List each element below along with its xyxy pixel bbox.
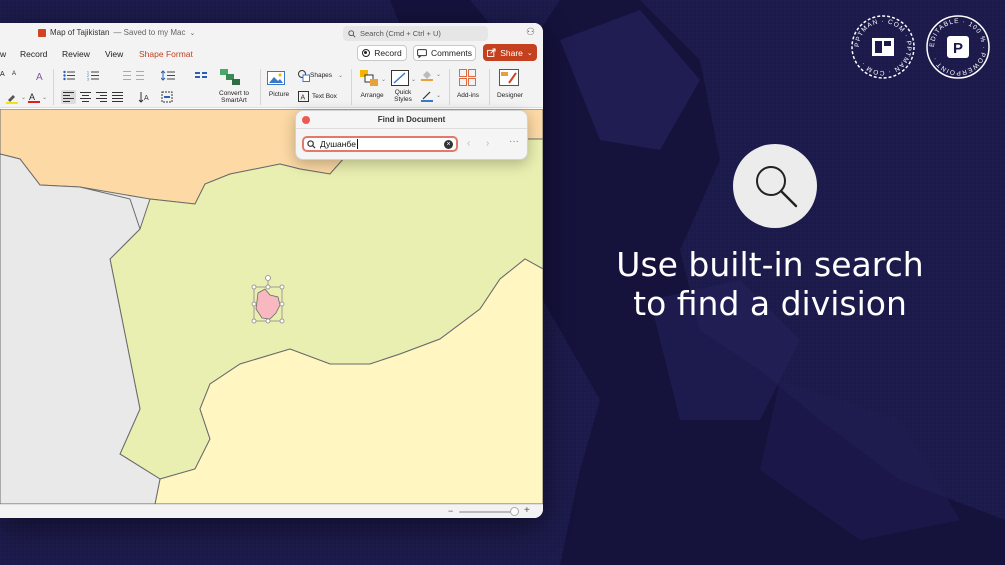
- svg-text:A: A: [301, 95, 306, 102]
- line-spacing-icon[interactable]: [161, 70, 175, 81]
- tab-review[interactable]: Review: [62, 49, 90, 59]
- search-icon: [307, 140, 316, 149]
- record-button[interactable]: Record: [357, 45, 407, 61]
- ribbon: A A A ⌄ A ⌄ 123 A Convert to SmartArt Pi…: [0, 66, 543, 108]
- chevron-down-icon[interactable]: ⌄: [42, 94, 47, 101]
- pptman-badge: PPTMAN · COM · PPTMAN · COM ·: [851, 15, 915, 79]
- text-box-label[interactable]: Text Box: [312, 93, 337, 100]
- text-box-icon[interactable]: A: [298, 91, 309, 102]
- svg-text:A: A: [29, 92, 35, 102]
- align-text-icon[interactable]: [161, 91, 173, 103]
- share-button-label: Share: [500, 47, 523, 58]
- search-feature-circle: [733, 144, 817, 228]
- find-dialog-title: Find in Document: [377, 115, 446, 124]
- chevron-down-icon: ⌄: [189, 29, 196, 37]
- svg-text:A: A: [36, 72, 43, 82]
- shapes-icon[interactable]: [298, 70, 310, 82]
- add-ins-label[interactable]: Add-ins: [452, 92, 484, 99]
- columns-icon[interactable]: [195, 70, 207, 81]
- search-icon: [348, 29, 356, 38]
- font-color-icon[interactable]: A: [28, 91, 40, 104]
- font-size-small-icon[interactable]: A: [12, 71, 16, 77]
- picture-label[interactable]: Picture: [264, 91, 294, 98]
- justify-icon[interactable]: [112, 92, 123, 102]
- numbering-icon[interactable]: 123: [87, 70, 99, 81]
- clear-icon[interactable]: ×: [444, 140, 453, 149]
- chevron-down-icon: ⌄: [526, 49, 533, 57]
- shapes-label[interactable]: Shapes: [310, 72, 332, 79]
- find-dialog: Find in Document Душанбе × ‹ › ···: [295, 110, 528, 160]
- tab-view[interactable]: View: [105, 49, 123, 59]
- slide-canvas[interactable]: [0, 109, 543, 504]
- text-direction-icon[interactable]: A: [138, 91, 150, 103]
- search-input[interactable]: Search (Cmd + Ctrl + U): [343, 26, 488, 41]
- menu-bar: w Record Review View Shape Format Record…: [0, 44, 543, 66]
- save-status: — Saved to my Mac: [113, 28, 186, 37]
- record-button-label: Record: [374, 48, 402, 58]
- tab-shape-format[interactable]: Shape Format: [139, 49, 193, 59]
- powerpoint-window: Map of Tajikistan — Saved to my Mac ⌄ Se…: [0, 23, 543, 518]
- clear-formatting-icon[interactable]: A: [35, 70, 47, 82]
- align-right-icon[interactable]: [96, 92, 107, 102]
- zoom-out-button[interactable]: −: [448, 506, 453, 516]
- chevron-down-icon[interactable]: ⌄: [411, 76, 416, 83]
- designer-icon[interactable]: [499, 69, 519, 86]
- bullets-icon[interactable]: [63, 70, 75, 81]
- quick-styles-label[interactable]: Quick Styles: [389, 89, 417, 103]
- search-placeholder: Search (Cmd + Ctrl + U): [360, 29, 441, 38]
- more-options-button[interactable]: ···: [509, 136, 519, 147]
- powerpoint-file-icon: [38, 28, 46, 37]
- svg-text:P: P: [953, 40, 963, 57]
- headline-line-1: Use built-in search: [616, 245, 924, 284]
- chevron-down-icon[interactable]: ⌄: [338, 72, 343, 79]
- shape-fill-icon[interactable]: [421, 69, 433, 81]
- highlight-icon[interactable]: [6, 92, 18, 104]
- comments-button-label: Comments: [430, 48, 473, 58]
- status-bar: − +: [0, 504, 543, 518]
- svg-text:A: A: [144, 95, 149, 102]
- document-title[interactable]: Map of Tajikistan — Saved to my Mac ⌄: [38, 28, 195, 37]
- quick-styles-icon[interactable]: [391, 70, 409, 86]
- zoom-in-button[interactable]: +: [524, 505, 530, 516]
- align-center-icon[interactable]: [80, 92, 91, 102]
- find-query: Душанбе: [320, 139, 356, 149]
- comment-icon: [417, 48, 427, 58]
- convert-smartart-label[interactable]: Convert to SmartArt: [212, 90, 256, 104]
- smartart-icon[interactable]: [220, 69, 240, 85]
- headline-line-2: to find a division: [633, 284, 907, 323]
- chevron-down-icon[interactable]: ⌄: [21, 94, 26, 101]
- next-result-button[interactable]: ›: [486, 138, 489, 149]
- arrange-icon[interactable]: [360, 70, 378, 86]
- decrease-indent-icon[interactable]: [119, 70, 131, 81]
- share-button[interactable]: Share ⌄: [483, 44, 537, 61]
- people-icon[interactable]: ⚇: [526, 27, 535, 38]
- designer-label[interactable]: Designer: [493, 92, 527, 99]
- chevron-down-icon[interactable]: ⌄: [436, 92, 441, 99]
- previous-result-button[interactable]: ‹: [467, 138, 470, 149]
- chevron-down-icon[interactable]: ⌄: [436, 71, 441, 78]
- svg-text:3: 3: [87, 78, 89, 82]
- find-search-input[interactable]: Душанбе ×: [302, 136, 458, 152]
- add-ins-icon[interactable]: [459, 69, 476, 86]
- document-name: Map of Tajikistan: [50, 28, 110, 37]
- increase-indent-icon[interactable]: [136, 70, 148, 81]
- font-size-decrease-icon[interactable]: A: [0, 71, 5, 78]
- chevron-down-icon[interactable]: ⌄: [381, 76, 386, 83]
- tab-view-partial[interactable]: w: [0, 49, 6, 59]
- zoom-slider-handle[interactable]: [510, 507, 519, 516]
- headline: Use built-in search to find a division: [600, 245, 940, 323]
- title-bar: Map of Tajikistan — Saved to my Mac ⌄ Se…: [0, 23, 543, 44]
- comments-button[interactable]: Comments: [413, 45, 476, 61]
- arrange-label[interactable]: Arrange: [356, 92, 388, 99]
- share-icon: [487, 48, 496, 57]
- align-left-icon: [63, 92, 74, 102]
- picture-icon[interactable]: [267, 71, 285, 85]
- shape-outline-icon[interactable]: [421, 90, 433, 102]
- convert-smartart-text: Convert to SmartArt: [219, 90, 249, 104]
- magnifier-icon: [756, 166, 798, 208]
- tab-record[interactable]: Record: [20, 49, 47, 59]
- editable-badge: EDITABLE · 100 % · POWERPOINT · P: [926, 15, 990, 79]
- record-icon: [362, 49, 371, 57]
